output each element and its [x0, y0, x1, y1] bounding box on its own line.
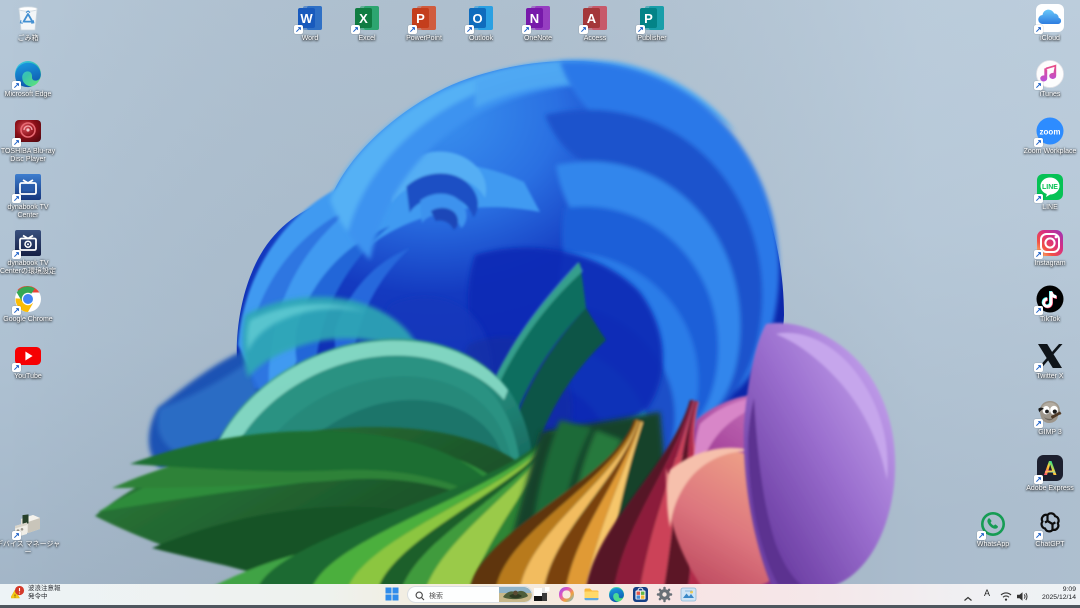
svg-text:W: W	[300, 11, 313, 26]
svg-text:N: N	[530, 11, 539, 26]
svg-text:LINE: LINE	[1042, 184, 1058, 191]
svg-text:X: X	[359, 11, 368, 26]
svg-text:A: A	[587, 11, 597, 26]
svg-text:P: P	[416, 11, 425, 26]
svg-text:O: O	[472, 11, 482, 26]
svg-text:P: P	[644, 11, 653, 26]
svg-text:zoom: zoom	[1040, 128, 1061, 137]
